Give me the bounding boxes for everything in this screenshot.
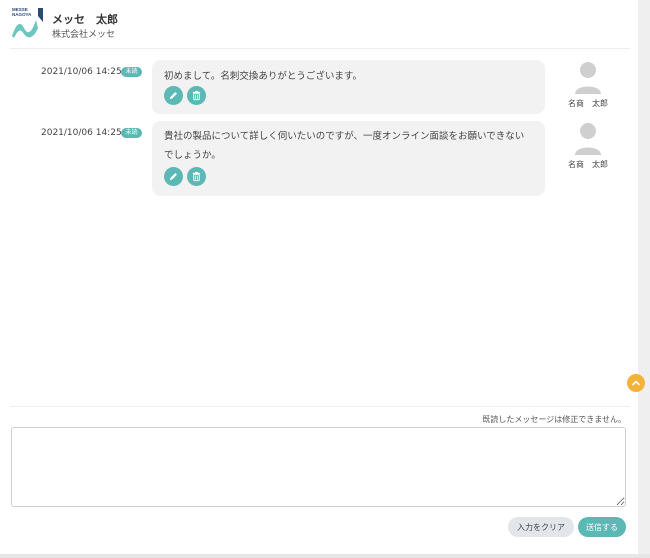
message-timestamp: 2021/10/06 14:25 [41, 67, 122, 77]
bottom-scrollbar[interactable] [0, 554, 650, 558]
delete-message-button[interactable] [187, 86, 206, 105]
message-actions [164, 167, 533, 186]
scroll-to-top-button[interactable] [627, 374, 645, 392]
sender-avatar: 名商 太郎 [568, 60, 608, 109]
message-bubble: 初めまして。名刺交換ありがとうございます。 [152, 60, 545, 114]
chat-partner-company: 株式会社メッセ [52, 30, 116, 40]
message-text: 貴社の製品について詳しく伺いたいのですが、一度オンライン面談をお願いできないでし… [164, 131, 525, 161]
edit-message-button[interactable] [164, 86, 183, 105]
clear-input-button[interactable]: 入力をクリア [508, 517, 574, 537]
unread-badge: 未読 [121, 67, 142, 77]
chat-partner-name: メッセ 太郎 [52, 13, 118, 26]
user-avatar-icon [575, 123, 601, 155]
sender-name: 名商 太郎 [568, 160, 608, 169]
sender-avatar: 名商 太郎 [568, 121, 608, 170]
message-text: 初めまして。名刺交換ありがとうございます。 [164, 71, 362, 82]
unread-badge: 未読 [121, 128, 142, 138]
message-timestamp: 2021/10/06 14:25 [41, 128, 122, 138]
send-button[interactable]: 送信する [578, 517, 626, 537]
page-scrollbar[interactable] [638, 0, 650, 558]
message-actions [164, 86, 533, 105]
sender-name: 名商 太郎 [568, 99, 608, 108]
message-input[interactable] [11, 427, 626, 507]
pencil-icon [169, 92, 177, 100]
chevron-up-icon [632, 380, 640, 386]
trash-icon [192, 90, 201, 101]
messe-nagoya-logo: MESSE NAGOYA [10, 6, 44, 40]
trash-icon [192, 171, 201, 182]
edit-notice: 既読したメッセージは修正できません。 [482, 415, 626, 424]
user-avatar-icon [575, 62, 601, 94]
delete-message-button[interactable] [187, 167, 206, 186]
message-bubble: 貴社の製品について詳しく伺いたいのですが、一度オンライン面談をお願いできないでし… [152, 121, 545, 196]
composer-divider [10, 406, 630, 407]
pencil-icon [169, 173, 177, 181]
chat-header: MESSE NAGOYA メッセ 太郎 株式会社メッセ [10, 6, 630, 49]
edit-message-button[interactable] [164, 167, 183, 186]
